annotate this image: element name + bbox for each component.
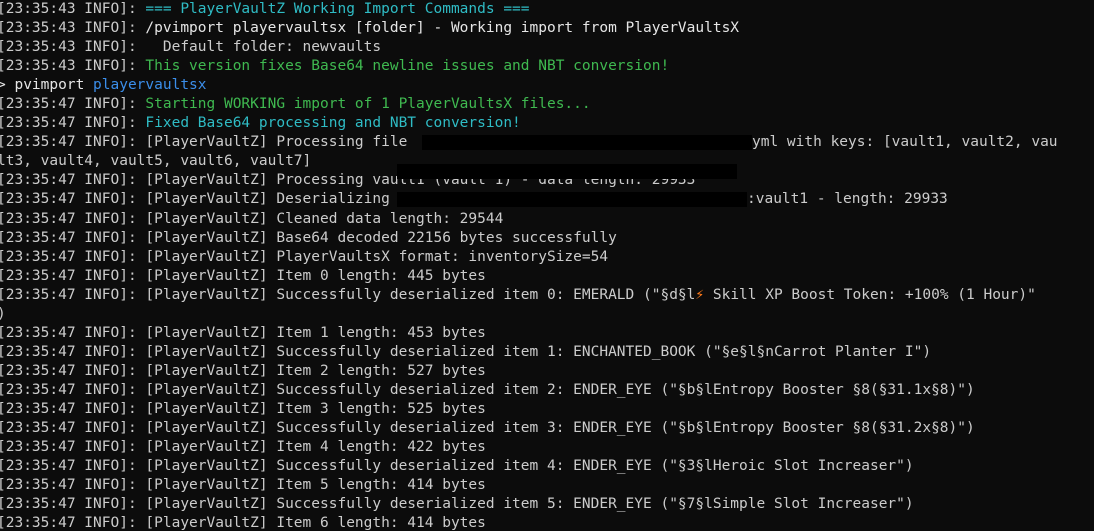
- console-line: [23:35:43 INFO]: Default folder: newvaul…: [0, 38, 1091, 57]
- log-message: === PlayerVaultZ Working Import Commands…: [145, 1, 530, 17]
- log-message: [PlayerVaultZ] Item 5 length: 414 bytes: [145, 477, 486, 494]
- log-prefix: [23:35:47 INFO]:: [0, 343, 146, 360]
- log-prefix: [23:35:47 INFO]:: [0, 229, 146, 246]
- console-line: [23:35:47 INFO]: [PlayerVaultZ] Deserial…: [0, 190, 1091, 209]
- log-message-suffix: Skill XP Boost Token: +100% (1 Hour)": [704, 286, 1036, 303]
- console-output[interactable]: [23:35:43 INFO]: === PlayerVaultZ Workin…: [0, 0, 1094, 531]
- log-prefix: [23:35:47 INFO]:: [0, 496, 146, 513]
- console-line: [23:35:47 INFO]: [PlayerVaultZ] Cleaned …: [0, 210, 1091, 229]
- console-line: [23:35:47 INFO]: [PlayerVaultZ] PlayerVa…: [0, 248, 1091, 267]
- console-line: [23:35:47 INFO]: [PlayerVaultZ] Successf…: [0, 381, 1091, 400]
- log-prefix: [23:35:47 INFO]:: [0, 420, 146, 437]
- log-message: [PlayerVaultZ] Deserializing: [145, 191, 399, 208]
- log-message: Fixed Base64 processing and NBT conversi…: [145, 115, 521, 132]
- log-prefix: [23:35:47 INFO]:: [0, 400, 146, 417]
- log-prefix: [23:35:47 INFO]:: [0, 439, 146, 456]
- log-prefix: [23:35:47 INFO]:: [0, 381, 146, 398]
- console-line: [23:35:47 INFO]: [PlayerVaultZ] Item 6 l…: [0, 514, 1091, 531]
- log-prefix: [23:35:47 INFO]:: [0, 134, 146, 151]
- log-prefix: [23:35:43 INFO]:: [0, 58, 146, 75]
- log-message-suffix: :vault1 - length: 29933: [747, 191, 948, 208]
- log-message: [PlayerVaultZ] Successfully deserialized…: [145, 496, 914, 513]
- console-line: [23:35:47 INFO]: [PlayerVaultZ] Base64 d…: [0, 229, 1091, 248]
- console-line: [23:35:47 INFO]: [PlayerVaultZ] Item 2 l…: [0, 362, 1091, 381]
- console-line: [23:35:47 INFO]: [PlayerVaultZ] Item 3 l…: [0, 400, 1091, 419]
- console-line: ): [0, 305, 1091, 324]
- console-line: [23:35:47 INFO]: [PlayerVaultZ] Item 4 l…: [0, 438, 1091, 457]
- log-message: [PlayerVaultZ] Successfully deserialized…: [145, 343, 932, 360]
- redaction-bar: [422, 135, 752, 151]
- log-message: [PlayerVaultZ] Successfully deserialized…: [145, 286, 696, 303]
- console-line: [23:35:47 INFO]: [PlayerVaultZ] Successf…: [0, 419, 1091, 438]
- log-message: ): [0, 306, 6, 322]
- console-line: [23:35:43 INFO]: This version fixes Base…: [0, 57, 1091, 76]
- log-message: [PlayerVaultZ] Successfully deserialized…: [145, 420, 975, 437]
- console-line: [23:35:47 INFO]: Starting WORKING import…: [0, 95, 1091, 114]
- lightning-bolt-icon: ⚡: [695, 286, 705, 303]
- console-line: [23:35:47 INFO]: [PlayerVaultZ] Item 5 l…: [0, 476, 1091, 495]
- log-prefix: [23:35:47 INFO]:: [0, 172, 146, 189]
- log-prefix: [23:35:43 INFO]:: [0, 1, 146, 17]
- log-message: [PlayerVaultZ] Item 2 length: 527 bytes: [145, 362, 486, 379]
- console-line: [23:35:47 INFO]: [PlayerVaultZ] Item 1 l…: [0, 324, 1091, 343]
- log-message: [PlayerVaultZ] Item 6 length: 414 bytes: [145, 515, 486, 531]
- console-line: [23:35:47 INFO]: [PlayerVaultZ] Processi…: [0, 133, 1091, 152]
- log-prefix: [23:35:47 INFO]:: [0, 477, 146, 494]
- console-line: > pvimport playervaultsx: [0, 76, 1091, 95]
- log-prefix: [23:35:47 INFO]:: [0, 191, 146, 208]
- redaction-bar: [397, 192, 747, 208]
- log-message: [PlayerVaultZ] Processing file: [145, 134, 417, 151]
- log-prefix: [23:35:47 INFO]:: [0, 286, 146, 303]
- log-message: [PlayerVaultZ] Base64 decoded 22156 byte…: [145, 229, 617, 246]
- log-message: [PlayerVaultZ] PlayerVaultsX format: inv…: [145, 248, 609, 265]
- log-message: This version fixes Base64 newline issues…: [145, 58, 670, 75]
- log-message: [PlayerVaultZ] Item 0 length: 445 bytes: [145, 267, 486, 284]
- console-line: [23:35:47 INFO]: Fixed Base64 processing…: [0, 114, 1091, 133]
- log-message: Default folder: newvaults: [145, 39, 382, 56]
- log-prefix: [23:35:47 INFO]:: [0, 248, 146, 265]
- log-message: lt3, vault4, vault5, vault6, vault7]: [0, 153, 312, 170]
- console-line: [23:35:43 INFO]: /pvimport playervaultsx…: [0, 19, 1091, 38]
- log-prefix: [23:35:47 INFO]:: [0, 210, 146, 227]
- log-message: [PlayerVaultZ] Cleaned data length: 2954…: [145, 210, 504, 227]
- console-line: [23:35:47 INFO]: [PlayerVaultZ] Processi…: [0, 164, 1091, 190]
- log-message: [PlayerVaultZ] Item 4 length: 422 bytes: [145, 439, 486, 456]
- log-prefix: [23:35:47 INFO]:: [0, 515, 146, 531]
- console-line: [23:35:47 INFO]: [PlayerVaultZ] Item 0 l…: [0, 267, 1091, 286]
- log-message: [PlayerVaultZ] Successfully deserialized…: [145, 381, 975, 398]
- log-message: [PlayerVaultZ] Successfully deserialized…: [145, 458, 914, 475]
- console-line: [23:35:47 INFO]: [PlayerVaultZ] Successf…: [0, 495, 1091, 514]
- log-message: Starting WORKING import of 1 PlayerVault…: [145, 96, 591, 113]
- log-prefix: [23:35:47 INFO]:: [0, 362, 146, 379]
- log-prefix: [23:35:47 INFO]:: [0, 115, 146, 132]
- log-prefix: [23:35:43 INFO]:: [0, 39, 146, 56]
- log-prefix: [23:35:47 INFO]:: [0, 458, 146, 475]
- redaction-bar: [397, 164, 737, 180]
- log-prefix: [23:35:47 INFO]:: [0, 267, 146, 284]
- log-prefix: [23:35:47 INFO]:: [0, 324, 146, 341]
- console-line: [23:35:47 INFO]: [PlayerVaultZ] Successf…: [0, 457, 1091, 476]
- console-line: [23:35:47 INFO]: [PlayerVaultZ] Successf…: [0, 286, 1091, 305]
- log-prefix: > pvimport: [0, 77, 94, 94]
- console-line: [23:35:47 INFO]: [PlayerVaultZ] Successf…: [0, 343, 1091, 362]
- log-message: [PlayerVaultZ] Item 1 length: 453 bytes: [145, 324, 486, 341]
- log-message-suffix: yml with keys: [vault1, vault2, vau: [752, 134, 1058, 151]
- log-prefix: [23:35:43 INFO]:: [0, 20, 146, 37]
- log-message: [PlayerVaultZ] Item 3 length: 525 bytes: [145, 400, 486, 417]
- log-message: /pvimport playervaultsx [folder] - Worki…: [145, 20, 740, 37]
- log-prefix: [23:35:47 INFO]:: [0, 96, 146, 113]
- log-message: playervaultsx: [93, 77, 207, 94]
- console-line: [23:35:43 INFO]: === PlayerVaultZ Workin…: [0, 0, 1091, 19]
